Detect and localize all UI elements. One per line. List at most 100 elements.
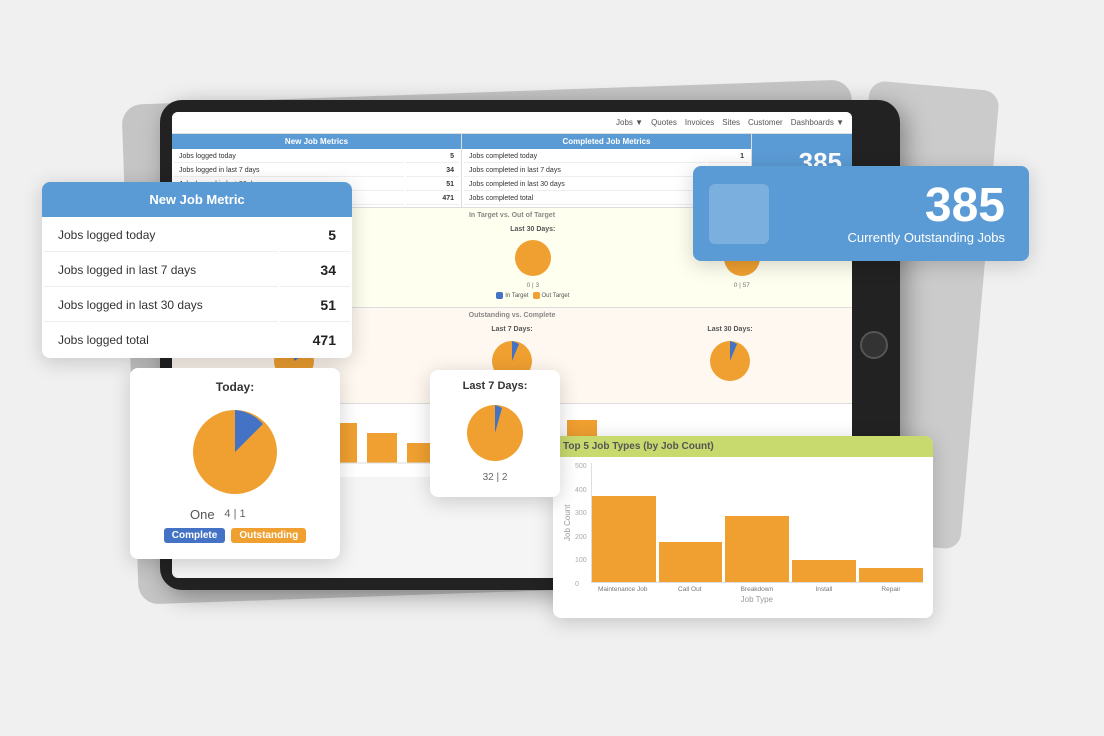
table-row: Jobs logged in last 7 days 34 — [44, 254, 350, 287]
today-pie-card: Today: 4 | 1 Complete Outstanding — [130, 368, 340, 559]
outstanding-text-group: 385 Currently Outstanding Jobs — [847, 182, 1005, 245]
legend-label: Out Target — [542, 293, 570, 299]
legend-dot-blue — [496, 292, 503, 299]
today-pie-svg — [185, 402, 285, 502]
outstanding-label: Currently Outstanding Jobs — [847, 230, 1005, 245]
row-label: Jobs logged today — [174, 151, 404, 163]
pie-chart-ovsc-last30 — [705, 336, 755, 386]
row-value: 5 — [280, 219, 350, 252]
bar-rect — [725, 516, 789, 582]
bar-x-labels: Maintenance Job Call Out Breakdown Insta… — [591, 586, 923, 593]
legend-dot-orange — [533, 292, 540, 299]
bar-group-row — [591, 463, 923, 583]
table-row: Jobs logged in last 7 days 34 — [174, 165, 459, 177]
nav-dashboards[interactable]: Dashboards ▼ — [791, 118, 844, 127]
nav-quotes[interactable]: Quotes — [651, 118, 677, 127]
legend-outstanding: Outstanding — [231, 528, 306, 543]
bar-col-maintenance — [592, 496, 656, 582]
bar-rect — [859, 568, 923, 582]
pie-ovsc-last30: Last 30 Days: — [705, 326, 755, 395]
pie-label: Last 30 Days: — [510, 226, 555, 233]
y-tick: 300 — [575, 510, 587, 517]
one-label: One — [190, 507, 215, 522]
bar-chart-card: Top 5 Job Types (by Job Count) Job Count… — [553, 436, 933, 618]
today-pie-legend: Complete Outstanding — [146, 528, 324, 543]
row-value: 51 — [280, 289, 350, 322]
pie-values: 0 | 3 — [527, 282, 540, 289]
outstanding-number: 385 — [925, 182, 1005, 230]
last7-pie-wrap — [444, 398, 546, 468]
y-axis: 500 400 300 200 100 0 — [575, 463, 587, 604]
bar-chart-header: Top 5 Job Types (by Job Count) — [553, 436, 933, 457]
row-label: Jobs completed in last 30 days — [464, 179, 706, 191]
row-value: 471 — [280, 324, 350, 356]
x-label-install: Install — [792, 586, 856, 593]
table-row: Jobs logged total 471 — [44, 324, 350, 356]
row-label: Jobs completed in last 7 days — [464, 165, 706, 177]
bar-col-callout — [659, 542, 723, 582]
row-value: 34 — [280, 254, 350, 287]
row-label: Jobs logged today — [44, 219, 278, 252]
screen-new-job-header: New Job Metrics — [172, 134, 461, 149]
y-tick: 500 — [575, 463, 587, 470]
today-pie-wrap — [146, 402, 324, 502]
table-row: Jobs logged today 5 — [44, 219, 350, 252]
nav-sites[interactable]: Sites — [722, 118, 740, 127]
row-value: 5 — [406, 151, 459, 163]
y-axis-label: Job Count — [563, 463, 572, 583]
bar-rect — [792, 560, 856, 582]
table-row: Jobs logged in last 30 days 51 — [44, 289, 350, 322]
bar-chart-with-y-axis: Job Count 500 400 300 200 100 0 — [563, 463, 923, 604]
bar-col-repair — [859, 568, 923, 582]
legend-out-target: Out Target — [533, 292, 570, 299]
x-label-breakdown: Breakdown — [725, 586, 789, 593]
y-tick: 100 — [575, 557, 587, 564]
pie-values: 0 | 57 — [734, 282, 750, 289]
tablet-home-button[interactable] — [860, 331, 888, 359]
today-pie-title: Today: — [146, 380, 324, 394]
y-tick: 400 — [575, 487, 587, 494]
last7-title: Last 7 Days: — [444, 380, 546, 392]
bar-chart-body: Job Count 500 400 300 200 100 0 — [553, 457, 933, 610]
nav-invoices[interactable]: Invoices — [685, 118, 714, 127]
outstanding-thumbnail — [709, 184, 769, 244]
row-label: Jobs completed total — [464, 193, 706, 205]
legend-row: In Target Out Target — [496, 292, 569, 299]
last7-pie-svg — [460, 398, 530, 468]
x-label-repair: Repair — [859, 586, 923, 593]
y-tick: 0 — [575, 581, 587, 588]
row-value: 34 — [406, 165, 459, 177]
screen-nav: Jobs ▼ Quotes Invoices Sites Customer Da… — [172, 112, 852, 134]
x-label-callout: Call Out — [658, 586, 722, 593]
bar-chart-inner: Maintenance Job Call Out Breakdown Insta… — [591, 463, 923, 604]
table-row: Jobs completed today 1 — [464, 151, 749, 163]
pie-label: Last 7 Days: — [491, 326, 532, 333]
row-label: Jobs logged in last 7 days — [44, 254, 278, 287]
legend-complete: Complete — [164, 528, 226, 543]
row-label: Jobs logged in last 30 days — [44, 289, 278, 322]
nav-jobs[interactable]: Jobs ▼ — [616, 118, 643, 127]
row-label: Jobs completed today — [464, 151, 706, 163]
legend-in-target: In Target — [496, 292, 528, 299]
nav-customer[interactable]: Customer — [748, 118, 783, 127]
bar-col-breakdown — [725, 516, 789, 582]
row-label: Jobs logged total — [44, 324, 278, 356]
pie-label: Last 30 Days: — [707, 326, 752, 333]
outstanding-jobs-card: 385 Currently Outstanding Jobs — [693, 166, 1029, 261]
screen-completed-header: Completed Job Metrics — [462, 134, 751, 149]
new-job-metric-card: New Job Metric Jobs logged today 5 Jobs … — [42, 182, 352, 358]
new-job-metric-table: Jobs logged today 5 Jobs logged in last … — [42, 217, 352, 358]
pie-last30: Last 30 Days: 0 | 3 In Target Out Target — [496, 226, 569, 299]
bar-rect — [659, 542, 723, 582]
last7-pie-values: 32 | 2 — [444, 472, 546, 483]
new-job-metric-header: New Job Metric — [42, 182, 352, 217]
row-value: 471 — [406, 193, 459, 205]
last7-pie-card: Last 7 Days: 32 | 2 — [430, 370, 560, 497]
row-value: 51 — [406, 179, 459, 191]
y-tick: 200 — [575, 534, 587, 541]
pie-chart-svg — [511, 236, 555, 280]
x-label-maintenance: Maintenance Job — [591, 586, 655, 593]
today-pie-values: 4 | 1 — [146, 508, 324, 520]
legend-label: In Target — [505, 293, 528, 299]
table-row: Jobs logged today 5 — [174, 151, 459, 163]
